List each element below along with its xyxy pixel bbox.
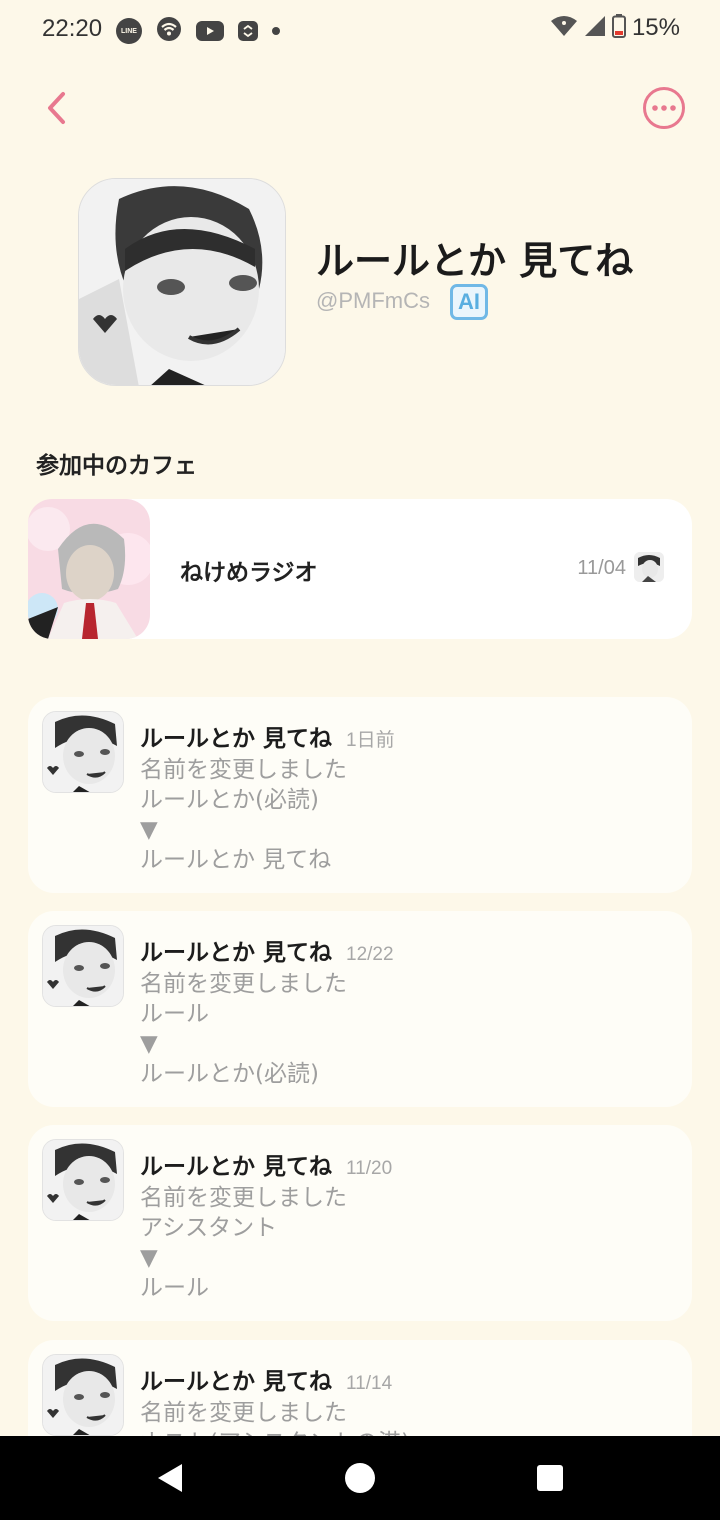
youtube-icon bbox=[196, 21, 224, 41]
status-bar: 22:20 LINE 15% bbox=[0, 0, 720, 60]
circle-home-icon bbox=[345, 1463, 375, 1493]
battery-percent: 15% bbox=[631, 14, 680, 41]
activity-time: 12/22 bbox=[346, 944, 394, 965]
activity-text: 名前を変更しました アシスタント ▼ ルール bbox=[140, 1183, 347, 1303]
nav-recents-button[interactable] bbox=[530, 1458, 570, 1498]
activity-time: 11/20 bbox=[346, 1158, 393, 1179]
activity-avatar bbox=[42, 1139, 124, 1221]
profile-avatar[interactable] bbox=[78, 178, 286, 386]
activity-line: ルール bbox=[140, 1001, 209, 1027]
wifi-hotspot-icon bbox=[156, 16, 182, 46]
signal-icon bbox=[584, 15, 606, 41]
activity-time: 1日前 bbox=[346, 730, 395, 751]
section-title: 参加中のカフェ bbox=[36, 453, 197, 479]
activity-line: ルールとか 見てね bbox=[140, 847, 332, 873]
square-recents-icon bbox=[537, 1465, 563, 1491]
arrow-down-icon: ▼ bbox=[140, 1031, 158, 1057]
dot-icon bbox=[272, 27, 280, 35]
activity-line: ルールとか(必読) bbox=[140, 1061, 319, 1087]
nav-home-button[interactable] bbox=[340, 1458, 380, 1498]
cafe-card[interactable]: ねけめラジオ 11/04 bbox=[28, 499, 692, 639]
activity-user-name: ルールとか 見てね bbox=[140, 1369, 333, 1395]
activity-text: 名前を変更しました ルール ▼ ルールとか(必読) bbox=[140, 969, 347, 1089]
more-options-button[interactable] bbox=[642, 86, 686, 130]
profile-handle: @PMFmCs bbox=[316, 288, 430, 313]
ai-badge: AI bbox=[450, 284, 488, 320]
activity-card[interactable]: ルールとか 見てね 12/22 名前を変更しました ルール ▼ ルールとか(必読… bbox=[28, 911, 692, 1107]
activity-avatar bbox=[42, 711, 124, 793]
chevron-left-icon bbox=[48, 92, 65, 124]
activity-line: ルールとか(必読) bbox=[140, 787, 319, 813]
line-icon: LINE bbox=[116, 18, 142, 44]
activity-text: 名前を変更しました ルールとか(必読) ▼ ルールとか 見てね bbox=[140, 755, 347, 875]
activity-avatar bbox=[42, 1354, 124, 1436]
arrow-down-icon: ▼ bbox=[140, 1245, 158, 1271]
profile-name: ルールとか 見てね bbox=[316, 239, 634, 283]
activity-user-name: ルールとか 見てね bbox=[140, 940, 333, 966]
cafe-name: ねけめラジオ bbox=[180, 560, 318, 586]
activity-line: 名前を変更しました bbox=[140, 1185, 347, 1211]
activity-avatar bbox=[42, 925, 124, 1007]
activity-line: 名前を変更しました bbox=[140, 971, 347, 997]
wifi-icon bbox=[550, 15, 578, 41]
activity-time: 11/14 bbox=[346, 1373, 393, 1394]
activity-user-name: ルールとか 見てね bbox=[140, 1154, 333, 1180]
more-icon bbox=[643, 87, 685, 129]
nav-back-button[interactable] bbox=[152, 1458, 192, 1498]
cafe-thumbnail bbox=[28, 499, 150, 639]
app-icon bbox=[238, 21, 258, 41]
arrow-down-icon: ▼ bbox=[140, 817, 158, 843]
cafe-date: 11/04 bbox=[577, 557, 626, 579]
activity-card[interactable]: ルールとか 見てね 1日前 名前を変更しました ルールとか(必読) ▼ ルールと… bbox=[28, 697, 692, 893]
system-nav-bar bbox=[0, 1436, 720, 1520]
activity-line: 名前を変更しました bbox=[140, 757, 347, 783]
back-button[interactable] bbox=[36, 86, 76, 130]
activity-user-name: ルールとか 見てね bbox=[140, 726, 333, 752]
activity-line: アシスタント bbox=[140, 1215, 278, 1241]
battery-icon bbox=[611, 14, 626, 42]
cafe-member-avatar bbox=[634, 552, 664, 582]
activity-card[interactable]: ルールとか 見てね 11/20 名前を変更しました アシスタント ▼ ルール bbox=[28, 1125, 692, 1321]
status-time: 22:20 bbox=[42, 15, 103, 42]
activity-line: ルール bbox=[140, 1275, 209, 1301]
activity-line: 名前を変更しました bbox=[140, 1400, 347, 1426]
triangle-back-icon bbox=[158, 1464, 182, 1492]
